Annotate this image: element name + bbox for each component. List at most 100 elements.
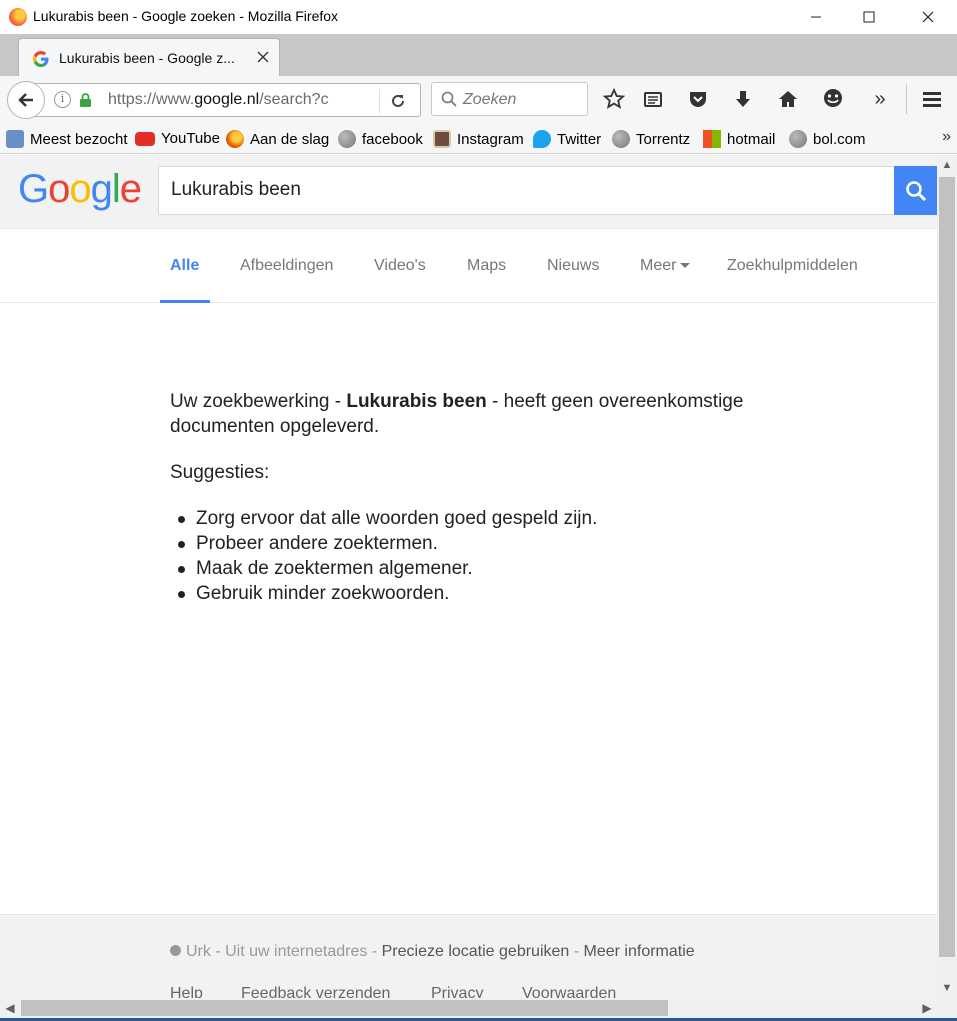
use-precise-location-link[interactable]: Precieze locatie gebruiken <box>382 943 570 960</box>
suggestion-item: Zorg ervoor dat alle woorden goed gespel… <box>170 506 810 531</box>
vertical-scroll-thumb[interactable] <box>939 177 955 957</box>
bookmark-hotmail[interactable]: hotmail <box>703 130 775 148</box>
reading-list-button[interactable] <box>638 84 668 114</box>
overflow-button[interactable]: » <box>865 84 895 114</box>
toolbar-separator <box>906 84 907 114</box>
firefox-icon <box>9 8 27 26</box>
location-name: Urk <box>186 943 211 960</box>
navigation-toolbar: i https://www.google.nl/search?c Zoeken <box>0 76 957 122</box>
bookmark-youtube[interactable]: YouTube <box>135 130 220 147</box>
tab-google-search[interactable]: Lukurabis been - Google z... <box>18 38 280 76</box>
close-button[interactable] <box>905 0 951 34</box>
url-text[interactable]: https://www.google.nl/search?c <box>108 91 329 109</box>
bookmark-aan-de-slag[interactable]: Aan de slag <box>226 130 329 148</box>
scroll-down-arrow-icon[interactable]: ▼ <box>937 978 957 998</box>
firefox-icon <box>226 130 244 148</box>
search-query: Lukurabis been <box>171 179 301 200</box>
window-title: Lukurabis been - Google zoeken - Mozilla… <box>33 8 339 24</box>
minimize-button[interactable] <box>793 0 839 34</box>
maximize-button[interactable] <box>846 0 892 34</box>
footer-privacy-link[interactable]: Privacy <box>431 985 483 998</box>
info-icon[interactable]: i <box>54 91 71 108</box>
google-logo[interactable]: Google <box>18 167 142 212</box>
tab-nieuws[interactable]: Nieuws <box>547 257 599 275</box>
footer-help-link[interactable]: Help <box>170 985 203 998</box>
pocket-button[interactable] <box>683 84 713 114</box>
google-footer: Urk - Uit uw internetadres - Precieze lo… <box>0 914 937 998</box>
vertical-scrollbar[interactable]: ▲ ▼ <box>937 155 957 998</box>
search-icon <box>441 91 457 107</box>
logo-letter: l <box>111 167 121 211</box>
tab-meer[interactable]: Meer <box>640 257 691 275</box>
url-bar[interactable]: i https://www.google.nl/search?c <box>30 83 421 117</box>
bookmark-twitter[interactable]: Twitter <box>533 130 601 148</box>
bookmarks-overflow-button[interactable]: » <box>942 128 951 146</box>
minimize-icon <box>811 16 821 18</box>
most-visited-icon <box>6 130 24 148</box>
bookmark-instagram[interactable]: Instagram <box>433 130 524 148</box>
maximize-icon <box>863 11 875 23</box>
home-button[interactable] <box>773 84 803 114</box>
globe-icon <box>338 130 356 148</box>
bookmark-label: bol.com <box>813 130 866 148</box>
location-line: Urk - Uit uw internetadres - Precieze lo… <box>170 943 695 961</box>
downloads-button[interactable] <box>728 84 758 114</box>
suggestion-item: Probeer andere zoektermen. <box>170 531 810 556</box>
google-result-tabs: Alle Afbeeldingen Video's Maps Nieuws Me… <box>0 229 937 303</box>
tab-alle[interactable]: Alle <box>170 257 199 275</box>
search-placeholder: Zoeken <box>463 91 517 108</box>
active-tab-indicator <box>160 300 210 303</box>
google-search-button[interactable] <box>894 166 937 215</box>
scroll-right-arrow-icon[interactable]: ▶ <box>917 998 937 1018</box>
bookmark-label: Twitter <box>557 130 602 148</box>
page-content: Google Lukurabis been Alle Afbeeldingen … <box>0 155 937 998</box>
footer-feedback-link[interactable]: Feedback verzenden <box>241 985 390 998</box>
url-path: /search?c <box>259 91 329 108</box>
scrollbar-corner <box>937 998 957 1018</box>
tab-meer-label: Meer <box>640 257 677 274</box>
more-info-link[interactable]: Meer informatie <box>584 943 695 960</box>
scroll-up-arrow-icon[interactable]: ▲ <box>937 155 957 175</box>
bookmark-bol-com[interactable]: bol.com <box>789 130 866 148</box>
result-intro: Uw zoekbewerking - <box>170 391 347 412</box>
bookmark-label: Torrentz <box>636 130 691 148</box>
url-host: google.nl <box>194 91 260 108</box>
tab-zoekhulpmiddelen[interactable]: Zoekhulpmiddelen <box>727 257 858 275</box>
logo-letter: g <box>90 167 113 211</box>
close-icon <box>257 51 269 63</box>
title-bar: Lukurabis been - Google zoeken - Mozilla… <box>0 0 957 34</box>
bookmark-star-button[interactable] <box>599 84 629 114</box>
search-input[interactable]: Zoeken <box>431 82 588 116</box>
hamburger-menu-button[interactable] <box>917 84 947 114</box>
result-query: Lukurabis been <box>346 391 487 412</box>
caret-down-icon <box>680 263 691 269</box>
horizontal-scroll-thumb[interactable] <box>21 1000 668 1016</box>
tab-maps[interactable]: Maps <box>467 257 506 275</box>
hello-button[interactable] <box>818 84 848 114</box>
tab-close-button[interactable] <box>257 47 269 68</box>
reload-icon <box>392 94 404 107</box>
bookmark-label: Instagram <box>457 130 524 148</box>
tab-videos[interactable]: Video's <box>374 257 426 275</box>
footer-terms-link[interactable]: Voorwaarden <box>522 985 616 998</box>
tab-strip: Lukurabis been - Google z... + <box>0 34 957 100</box>
scroll-left-arrow-icon[interactable]: ◀ <box>0 998 20 1018</box>
close-icon <box>922 11 934 23</box>
location-source: - Uit uw internetadres - <box>210 943 382 960</box>
bookmark-meest-bezocht[interactable]: Meest bezocht <box>6 130 128 148</box>
logo-letter: G <box>18 167 49 211</box>
back-button[interactable] <box>7 81 45 119</box>
reload-button[interactable] <box>390 90 406 114</box>
suggestion-item: Maak de zoektermen algemener. <box>170 556 810 581</box>
suggestions-title: Suggesties: <box>170 462 270 483</box>
bookmark-facebook[interactable]: facebook <box>338 130 423 148</box>
google-search-input[interactable]: Lukurabis been <box>158 166 896 215</box>
bookmark-torrentz[interactable]: Torrentz <box>612 130 690 148</box>
globe-icon <box>789 130 807 148</box>
url-separator <box>379 89 380 113</box>
horizontal-scrollbar[interactable]: ◀ ▶ <box>0 998 937 1018</box>
tab-afbeeldingen[interactable]: Afbeeldingen <box>240 257 333 275</box>
suggestions-list: Zorg ervoor dat alle woorden goed gespel… <box>170 506 810 606</box>
logo-letter: e <box>119 167 142 211</box>
download-icon <box>736 91 750 107</box>
